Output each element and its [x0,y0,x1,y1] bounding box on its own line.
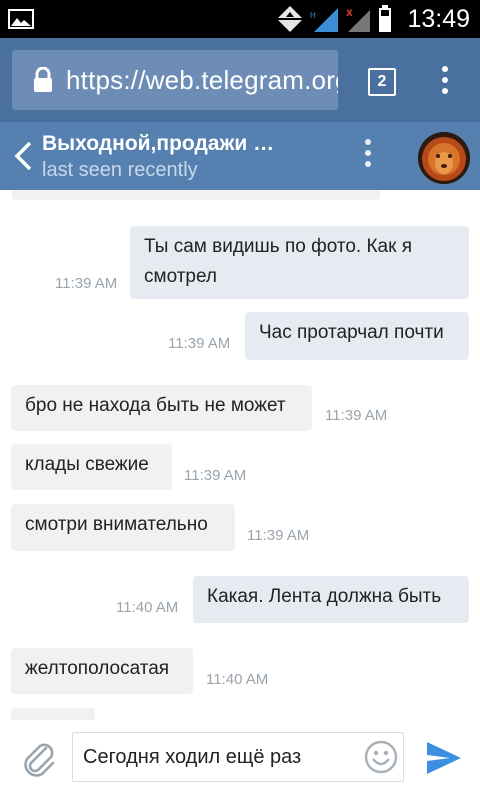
message-bubble-incoming[interactable]: желтополосатая [11,648,193,694]
message-time: 11:39 AM [184,467,247,484]
message-bubble-outgoing[interactable]: Какая. Лента должна быть [193,576,469,623]
status-bar: H x 13:49 [0,0,480,38]
message-bubble-outgoing[interactable]: Ты сам видишь по фото. Как я смотрел [130,226,469,299]
url-bar[interactable]: https://web.telegram.org [12,50,338,110]
data-transfer-icon [278,6,302,32]
clock: 13:49 [407,5,470,33]
tab-switcher-button[interactable]: 2 [368,68,396,96]
message-input[interactable] [72,732,404,782]
message-time: 11:40 AM [116,599,179,616]
lion-avatar-icon [418,132,470,184]
svg-text:H: H [310,11,316,20]
message-bubble-incoming[interactable]: клады свежие [11,444,172,490]
emoji-icon[interactable] [364,740,398,774]
message-bubble-incoming[interactable]: смотри внимательно [11,504,235,551]
battery-icon [379,5,391,32]
message-bubble-outgoing[interactable]: Час протарчал почти [245,312,469,360]
chat-status: last seen recently [42,159,198,181]
chat-title[interactable]: Выходной,продажи … [42,131,274,157]
send-icon[interactable] [424,738,464,778]
status-icons: H x [278,5,391,32]
message-composer [0,720,480,800]
next-message-bubble [11,708,95,720]
message-list[interactable]: Ты сам видишь по фото. Как я смотрел 11:… [0,190,480,720]
chat-header: Выходной,продажи … last seen recently [0,122,480,190]
browser-toolbar: https://web.telegram.org 2 [0,38,480,122]
previous-message-bubble [12,190,380,200]
message-time: 11:39 AM [168,335,231,352]
message-time: 11:39 AM [325,407,388,424]
url-text: https://web.telegram.org [66,65,338,95]
attach-icon[interactable] [20,736,56,780]
message-bubble-incoming[interactable]: бро не находа быть не может [11,385,312,431]
message-time: 11:39 AM [55,275,118,292]
chat-menu-icon[interactable] [363,139,373,175]
lock-icon [34,67,52,92]
svg-text:x: x [346,5,353,19]
avatar[interactable] [418,132,470,184]
message-time: 11:40 AM [206,671,269,688]
signal-icon: H [310,8,338,32]
browser-menu-icon[interactable] [440,66,450,96]
message-time: 11:39 AM [247,527,310,544]
back-arrow-icon[interactable] [12,140,34,172]
image-notification-icon [8,9,34,29]
signal-no-service-icon: x [346,5,370,32]
